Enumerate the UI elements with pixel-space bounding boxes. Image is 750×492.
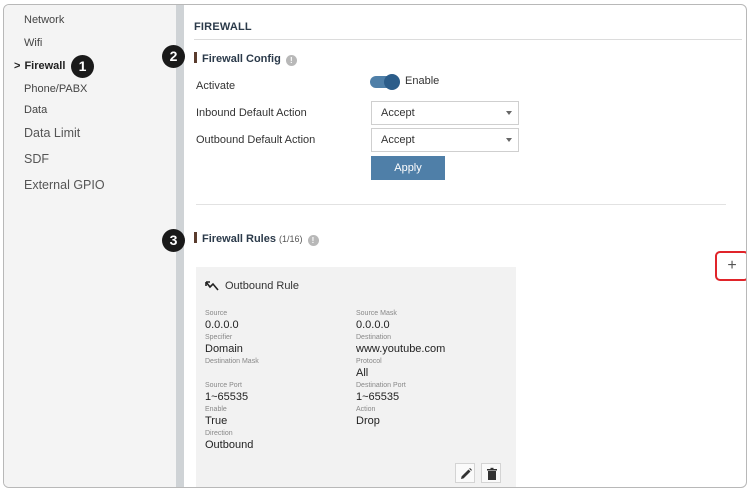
- direction-label: Direction: [205, 430, 233, 437]
- apply-button[interactable]: Apply: [371, 156, 445, 180]
- toggle-knob: [384, 74, 400, 90]
- source-port-value: 1~65535: [205, 391, 249, 403]
- sidebar-item-wifi[interactable]: Wifi: [24, 37, 42, 49]
- pencil-icon: [461, 468, 472, 479]
- section-marker: [194, 52, 197, 63]
- destination-port-label: Destination Port: [356, 382, 406, 389]
- firewall-rules-heading: Firewall Rules (1/16)!: [194, 232, 319, 246]
- callout-badge-1: 1: [71, 55, 94, 78]
- sidebar-item-data[interactable]: Data: [24, 104, 47, 116]
- source-mask-value: 0.0.0.0: [356, 319, 390, 331]
- delete-rule-button[interactable]: [481, 463, 501, 483]
- firewall-config-heading: Firewall Config!: [194, 52, 297, 66]
- source-port-label: Source Port: [205, 382, 242, 389]
- rule-card-title: Outbound Rule: [205, 280, 299, 294]
- activate-label: Activate: [196, 80, 236, 92]
- caret-down-icon: [506, 111, 512, 115]
- specifier-value: Domain: [205, 343, 243, 355]
- page-title: FIREWALL: [194, 21, 252, 33]
- destination-value: www.youtube.com: [356, 343, 446, 355]
- sidebar-item-external-gpio[interactable]: External GPIO: [24, 178, 105, 192]
- sidebar-item-data-limit[interactable]: Data Limit: [24, 126, 80, 140]
- activate-toggle[interactable]: [370, 74, 400, 90]
- outbound-default-action-label: Outbound Default Action: [196, 134, 316, 146]
- inbound-default-action-select[interactable]: Accept: [371, 101, 519, 125]
- add-rule-button[interactable]: +: [715, 251, 746, 281]
- protocol-label: Protocol: [356, 358, 382, 365]
- destination-label: Destination: [356, 334, 392, 341]
- sidebar-item-sdf[interactable]: SDF: [24, 152, 49, 166]
- specifier-label: Specifier: [205, 334, 233, 341]
- callout-badge-3: 3: [162, 229, 185, 252]
- plus-icon: +: [727, 257, 737, 274]
- action-label: Action: [356, 406, 376, 413]
- protocol-value: All: [356, 367, 369, 379]
- chevron-right-icon: >: [14, 60, 21, 72]
- action-value: Drop: [356, 415, 380, 427]
- inbound-default-action-label: Inbound Default Action: [196, 107, 307, 119]
- caret-down-icon: [506, 138, 512, 142]
- direction-value: Outbound: [205, 439, 254, 451]
- outbound-default-action-select[interactable]: Accept: [371, 128, 519, 152]
- section-divider: [196, 204, 726, 205]
- sidebar: Network Wifi > Firewall Phone/PABX Data D…: [4, 5, 176, 487]
- section-marker: [194, 232, 197, 243]
- info-icon[interactable]: !: [307, 235, 319, 246]
- sidebar-item-network[interactable]: Network: [24, 14, 64, 26]
- sidebar-item-phone-pabx[interactable]: Phone/PABX: [24, 83, 87, 95]
- app-window: Network Wifi > Firewall Phone/PABX Data D…: [3, 4, 747, 488]
- callout-badge-2: 2: [162, 45, 185, 68]
- source-value: 0.0.0.0: [205, 319, 239, 331]
- info-icon[interactable]: !: [285, 55, 297, 66]
- main-content: FIREWALL Firewall Config! Activate Enabl…: [184, 5, 746, 487]
- enable-label: Enable: [205, 406, 227, 413]
- rule-card: Outbound Rule Source 0.0.0.0 Specifier D…: [196, 267, 516, 487]
- rules-count: (1/16): [278, 234, 303, 244]
- destination-port-value: 1~65535: [356, 391, 400, 403]
- toggle-label: Enable: [405, 75, 440, 87]
- edit-rule-button[interactable]: [455, 463, 475, 483]
- source-label: Source: [205, 310, 228, 317]
- sidebar-item-firewall[interactable]: > Firewall: [14, 60, 65, 72]
- destination-mask-label: Destination Mask: [205, 358, 259, 365]
- trash-icon: [487, 467, 497, 480]
- enable-value: True: [205, 415, 228, 427]
- source-mask-label: Source Mask: [356, 310, 397, 317]
- outbound-rule-icon: [205, 281, 219, 294]
- title-divider: [194, 39, 742, 40]
